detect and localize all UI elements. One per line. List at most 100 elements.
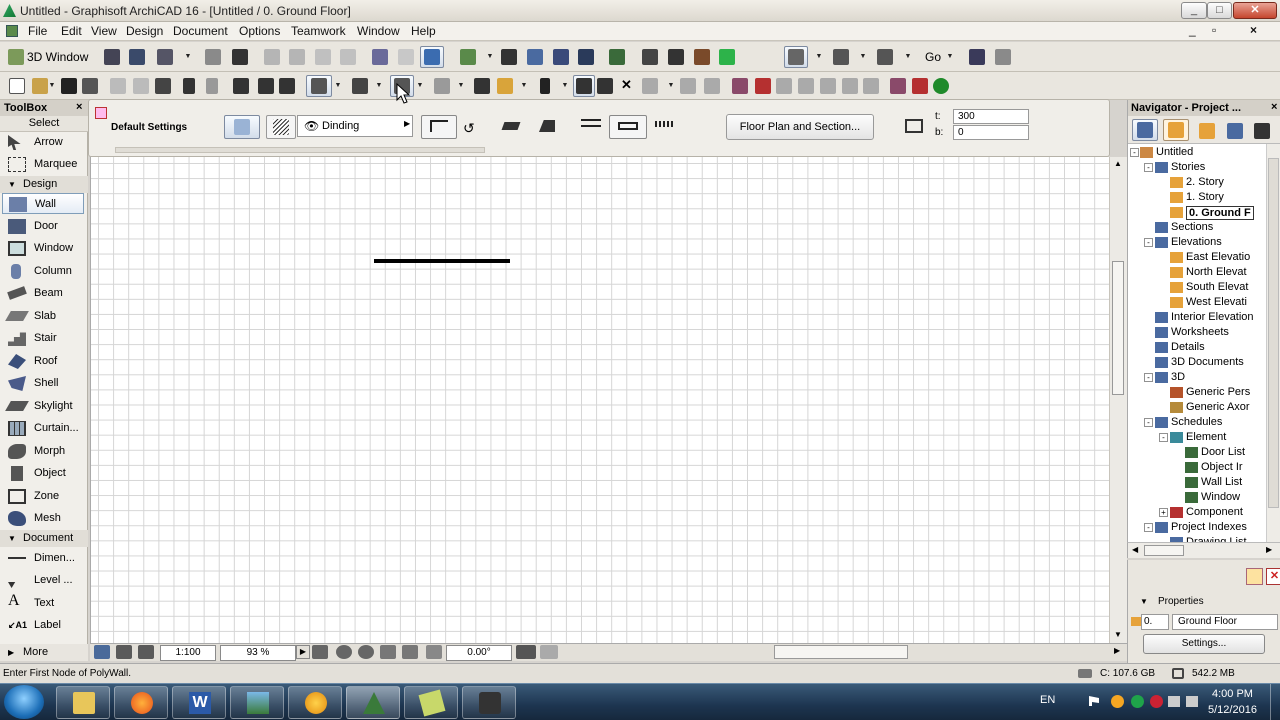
chevron-down-icon[interactable]: ▼ xyxy=(666,75,676,97)
structure-button[interactable] xyxy=(266,115,296,139)
child-restore-button[interactable]: ▫ xyxy=(1212,23,1216,37)
menu-window[interactable]: Window xyxy=(357,24,400,38)
new-folder-icon[interactable] xyxy=(1246,568,1263,585)
layers-icon[interactable] xyxy=(497,78,513,94)
tool-slab[interactable]: Slab xyxy=(2,306,84,327)
child-minimize-button[interactable]: _ xyxy=(1189,23,1196,37)
volume-icon[interactable] xyxy=(1186,696,1198,707)
chevron-down-icon[interactable]: ▼ xyxy=(456,75,466,97)
menu-options[interactable]: Options xyxy=(239,24,280,38)
taskbar-firefox[interactable] xyxy=(114,686,168,719)
roof-trim-icon[interactable] xyxy=(863,78,879,94)
clock-date[interactable]: 5/12/2016 xyxy=(1208,704,1257,716)
info-box-scrollbar[interactable] xyxy=(115,147,485,153)
scroll-right-icon[interactable]: ▶ xyxy=(1266,545,1272,554)
chevron-down-icon[interactable]: ▼ xyxy=(814,46,824,68)
zoom-navigate-icon[interactable] xyxy=(969,49,985,65)
project-map-tab[interactable] xyxy=(1132,119,1158,141)
tree-expander[interactable]: - xyxy=(1130,148,1139,157)
curved-wall-icon[interactable]: ↺ xyxy=(463,120,475,137)
taskbar-recorder[interactable] xyxy=(462,686,516,719)
slanted-wall-icon[interactable] xyxy=(539,120,555,132)
tool-beam[interactable]: Beam xyxy=(2,283,84,304)
flag-icon[interactable] xyxy=(1089,696,1099,706)
save-icon[interactable] xyxy=(61,78,77,94)
menu-view[interactable]: View xyxy=(91,24,117,38)
navigator-hscroll-thumb[interactable] xyxy=(1144,545,1184,556)
floor-plan-view-button[interactable] xyxy=(784,46,808,68)
renovation-icon[interactable] xyxy=(912,78,928,94)
camera-icon[interactable] xyxy=(668,49,684,65)
lock-icon[interactable] xyxy=(540,78,550,94)
group-document[interactable]: ▼ Document xyxy=(0,530,88,547)
story-name-field[interactable]: Ground Floor xyxy=(1172,614,1278,630)
taskbar-word[interactable]: W xyxy=(172,686,226,719)
previous-view-icon[interactable] xyxy=(264,49,280,65)
tool-morph[interactable]: Morph xyxy=(2,441,84,462)
3d-window-button[interactable]: 3D Window xyxy=(27,50,88,64)
intersect-icon[interactable] xyxy=(755,78,771,94)
navigator-close-icon[interactable]: × xyxy=(1271,101,1277,113)
info-box-close-icon[interactable] xyxy=(95,107,107,119)
gravity-button[interactable] xyxy=(306,75,332,97)
tool-window[interactable]: Window xyxy=(2,238,84,259)
tool-label[interactable]: ↙A1 Label xyxy=(2,615,84,636)
split-icon[interactable] xyxy=(732,78,748,94)
orbit-icon[interactable] xyxy=(104,49,120,65)
open-folder-icon[interactable] xyxy=(32,78,48,94)
worksheet-icon[interactable] xyxy=(578,49,594,65)
chevron-down-icon[interactable]: ▼ xyxy=(333,75,343,97)
tool-dimension[interactable]: Dimen... xyxy=(2,548,84,569)
tree-expander[interactable]: - xyxy=(1144,163,1153,172)
zoom-out-icon[interactable] xyxy=(358,645,374,659)
resize-icon[interactable] xyxy=(704,78,720,94)
menu-file[interactable]: File xyxy=(28,24,47,38)
align-icon[interactable] xyxy=(474,78,490,94)
floor-plan-canvas[interactable] xyxy=(90,83,1109,643)
explore-icon[interactable] xyxy=(129,49,145,65)
publisher-sets-tab[interactable] xyxy=(1227,123,1243,139)
window-list-icon[interactable] xyxy=(877,49,893,65)
layout-icon[interactable] xyxy=(642,49,658,65)
tool-stair[interactable]: Stair xyxy=(2,328,84,349)
tool-wall[interactable]: Wall xyxy=(2,193,84,214)
close-button[interactable]: ✕ xyxy=(1233,2,1277,19)
scroll-left-icon[interactable]: ◀ xyxy=(1132,545,1138,554)
reference-side-icon[interactable] xyxy=(581,119,601,127)
taskbar-archicad[interactable] xyxy=(346,686,400,719)
detail-icon[interactable] xyxy=(527,49,543,65)
tool-zone[interactable]: Zone xyxy=(2,486,84,507)
print-icon[interactable] xyxy=(82,78,98,94)
navigator-preview-icon[interactable] xyxy=(516,645,536,659)
navigator-scroll-thumb[interactable] xyxy=(1268,158,1279,508)
tool-shell[interactable]: Shell xyxy=(2,373,84,394)
find-select-icon[interactable] xyxy=(233,78,249,94)
zoom-menu-icon[interactable]: ▶ xyxy=(296,645,310,659)
tool-marquee[interactable]: Marquee xyxy=(2,154,84,175)
taskbar-app[interactable] xyxy=(288,686,342,719)
chevron-down-icon[interactable]: ▼ xyxy=(374,75,384,97)
composite-icon[interactable] xyxy=(655,121,675,127)
clock-time[interactable]: 4:00 PM xyxy=(1212,688,1253,700)
stretch-icon[interactable] xyxy=(680,78,696,94)
explode-icon[interactable] xyxy=(842,78,858,94)
layer-toggle-button[interactable] xyxy=(420,46,444,68)
adjust-icon[interactable] xyxy=(776,78,792,94)
schedule-icon[interactable] xyxy=(597,78,613,94)
settings-button[interactable]: Settings... xyxy=(1143,634,1265,654)
zoom-field[interactable]: 93 % xyxy=(220,645,296,661)
status-indicator-icon[interactable] xyxy=(933,78,949,94)
layout-book-tab[interactable] xyxy=(1199,123,1215,139)
section-icon[interactable] xyxy=(460,49,476,65)
eyedropper-icon[interactable] xyxy=(258,78,274,94)
grid-snap-icon[interactable] xyxy=(434,78,450,94)
tree-expander[interactable]: - xyxy=(1144,373,1153,382)
toolbox-close-icon[interactable]: × xyxy=(76,101,82,113)
tool-object[interactable]: Object xyxy=(2,463,84,484)
tree-expander[interactable]: + xyxy=(1159,508,1168,517)
pan-icon[interactable] xyxy=(380,645,396,659)
top-height-input[interactable]: 300 xyxy=(953,109,1029,124)
wall-segment[interactable] xyxy=(374,259,510,263)
tray-sync-icon[interactable] xyxy=(1131,695,1144,708)
horizontal-scroll-thumb[interactable] xyxy=(774,645,908,659)
